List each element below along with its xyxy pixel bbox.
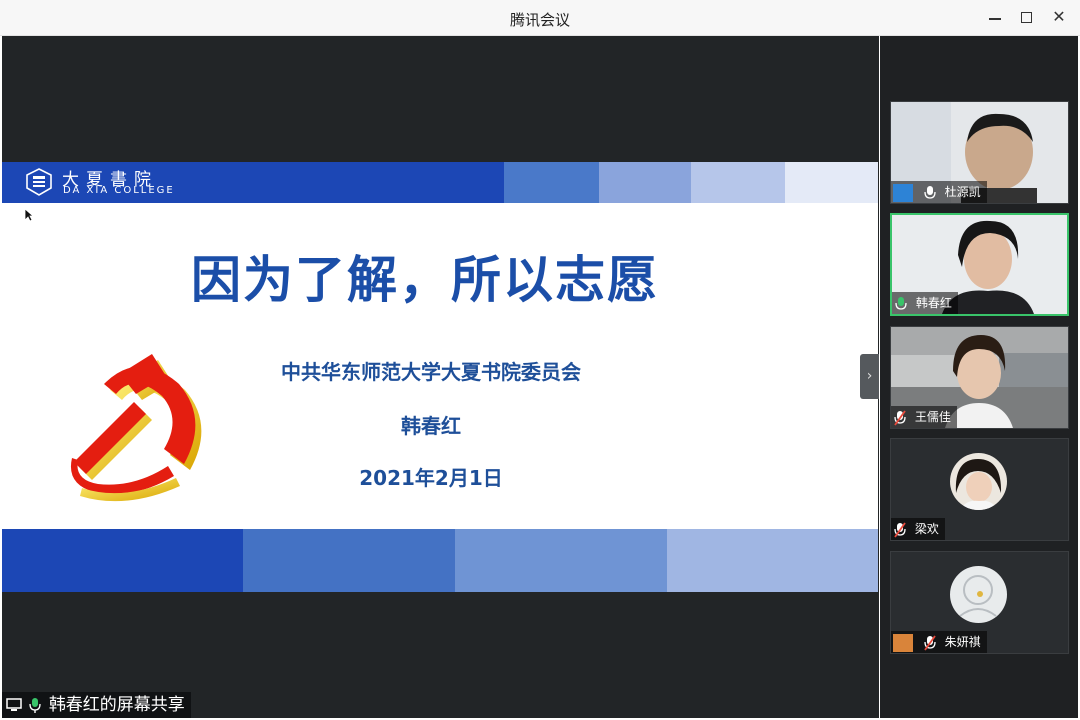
participant-label: 韩春红	[892, 292, 958, 314]
participant-avatar	[950, 453, 1007, 510]
participant-tile[interactable]: 王儒佳	[890, 326, 1069, 429]
presentation-date: 2021年2月1日	[359, 466, 503, 490]
participant-tile[interactable]: 韩春红	[890, 213, 1069, 316]
microphone-muted-icon	[894, 521, 906, 538]
participant-name: 杜源凯	[944, 185, 981, 199]
participant-label: 杜源凯	[891, 181, 987, 203]
participant-label: 梁欢	[891, 518, 945, 540]
microphone-icon	[895, 296, 907, 310]
participant-label: 王儒佳	[891, 406, 957, 428]
participant-avatar	[950, 566, 1007, 623]
participant-tile[interactable]: 梁欢	[890, 438, 1069, 541]
maximize-button[interactable]	[1018, 8, 1036, 26]
slide-header-band: 大夏書院 DA XIA COLLEGE	[2, 162, 878, 203]
logo-english-text: DA XIA COLLEGE	[63, 185, 175, 196]
participant-name: 梁欢	[914, 522, 939, 536]
participant-tile[interactable]: 朱妍祺	[890, 551, 1069, 654]
participant-label: 朱妍祺	[891, 631, 987, 653]
slide-title: 因为了解，所以志愿	[191, 251, 659, 309]
microphone-icon	[29, 698, 42, 713]
close-button[interactable]: ✕	[1050, 8, 1068, 26]
microphone-muted-icon	[924, 634, 936, 651]
participant-name: 王儒佳	[914, 410, 951, 424]
presenter-name: 韩春红	[401, 414, 461, 438]
microphone-muted-icon	[894, 409, 906, 426]
collapse-panel-button[interactable]: ›	[860, 354, 879, 399]
screen-share-indicator: 韩春红的屏幕共享	[2, 692, 191, 718]
mouse-pointer-icon	[24, 208, 34, 222]
hammer-sickle-emblem-icon	[70, 354, 202, 502]
minimize-button[interactable]	[986, 8, 1004, 26]
screen-share-label: 韩春红的屏幕共享	[48, 695, 185, 715]
slide-footer-band	[2, 529, 878, 592]
screen-share-icon	[6, 698, 22, 711]
organization-name: 中共华东师范大学大夏书院委员会	[281, 360, 581, 384]
participant-name: 朱妍祺	[944, 635, 981, 649]
microphone-icon	[924, 185, 936, 199]
window-title: 腾讯会议	[509, 11, 570, 29]
person-avatar-icon	[893, 183, 913, 202]
college-emblem-icon	[26, 168, 52, 196]
title-bar: 腾讯会议 ✕	[0, 0, 1080, 36]
presentation-slide: 大夏書院 DA XIA COLLEGE 因为了解，所以志愿 中共华东师范大学大夏…	[2, 162, 878, 592]
participant-name: 韩春红	[915, 296, 952, 310]
participant-tile[interactable]: 杜源凯	[890, 101, 1069, 204]
person-avatar-icon	[893, 633, 913, 652]
